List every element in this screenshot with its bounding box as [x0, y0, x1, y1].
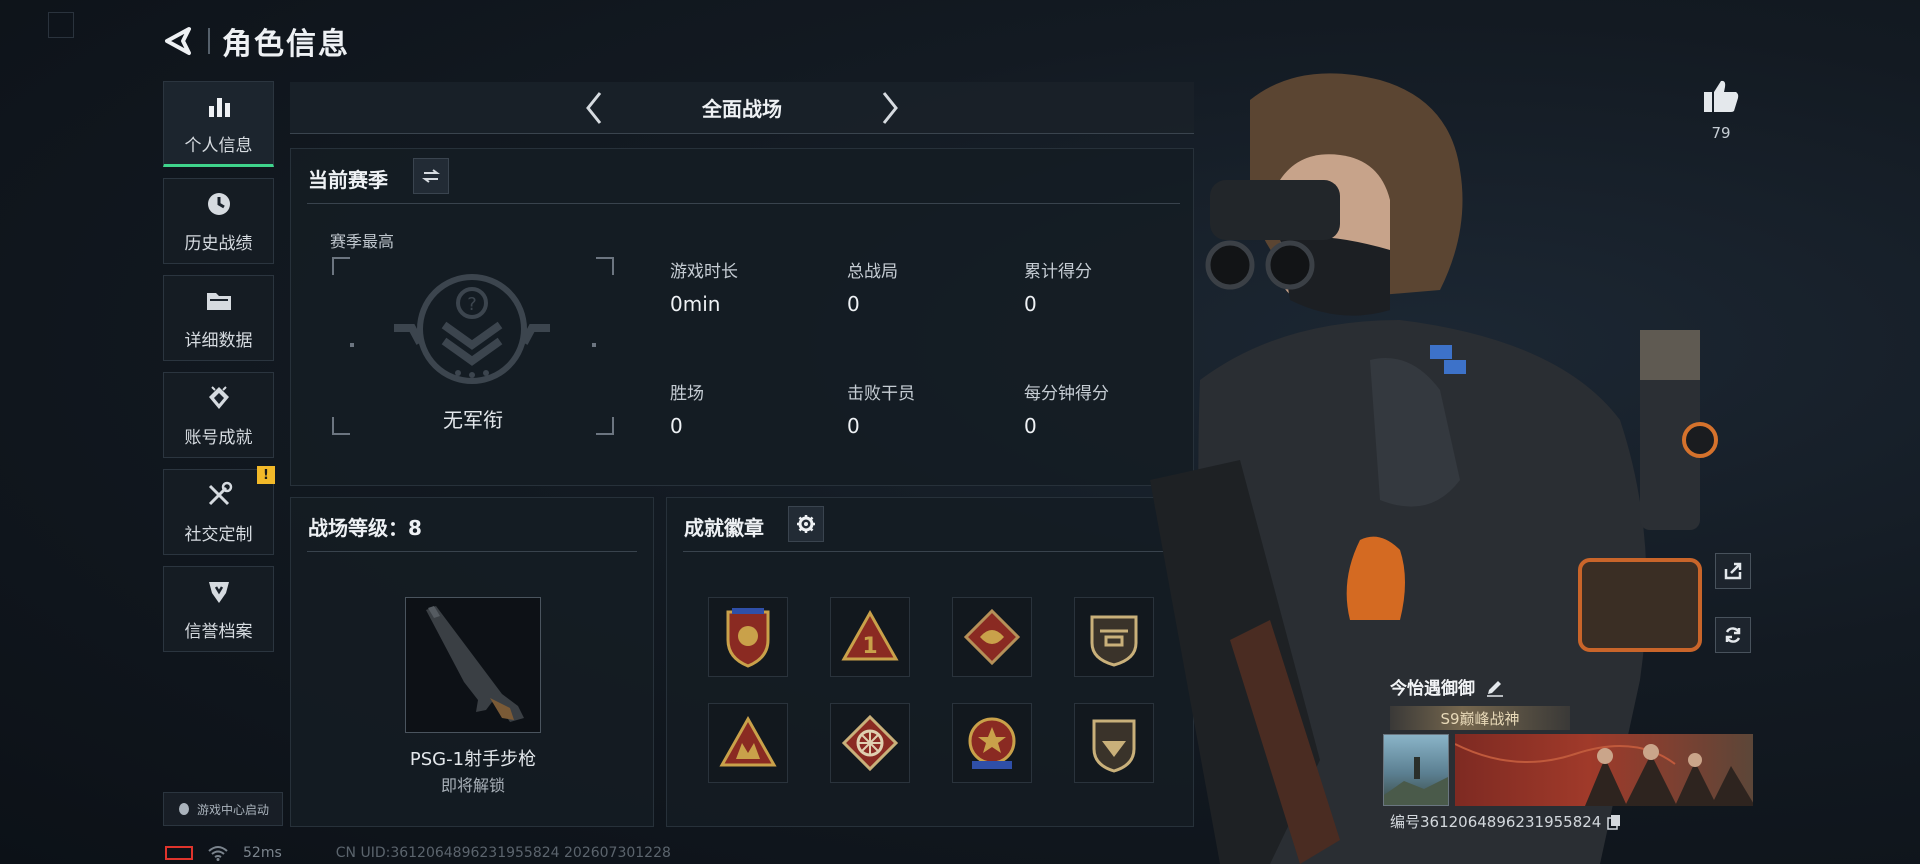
like-button[interactable]: 79 [1698, 78, 1744, 142]
svg-text:?: ? [467, 294, 477, 315]
share-icon [1724, 562, 1742, 580]
battlefield-level-title: 战场等级：8 [308, 516, 422, 540]
mode-selector: 全面战场 [290, 82, 1194, 134]
share-button[interactable] [1715, 553, 1751, 589]
rank-emblem-icon: ? [394, 274, 550, 384]
stat-value: 0 [670, 414, 683, 438]
refresh-button[interactable] [1715, 617, 1751, 653]
badge-star-seal-icon [968, 717, 1016, 769]
thumbs-up-icon [1704, 80, 1739, 112]
header-divider [208, 28, 210, 54]
sidebar-item-label: 个人信息 [184, 135, 253, 156]
badge-wheel-icon [841, 714, 899, 772]
season-panel-title: 当前赛季 [308, 168, 388, 192]
battery-icon [165, 846, 193, 860]
sidebar: 个人信息 历史战绩 详细数据 账号成就 ! 社交定制 信誉档案 [163, 81, 275, 663]
sidebar-item-reputation[interactable]: 信誉档案 [163, 566, 274, 652]
copy-icon[interactable] [1607, 814, 1621, 830]
mode-prev-button[interactable] [576, 90, 612, 126]
game-center-label: 游戏中心启动 [196, 802, 269, 817]
banner-avatar-thumbnail [1383, 734, 1449, 806]
chevron-left-icon [586, 92, 602, 124]
season-switch-button[interactable] [413, 158, 449, 194]
season-high-label: 赛季最高 [330, 232, 395, 251]
page-title: 角色信息 [222, 27, 350, 62]
chevron-right-icon [882, 92, 898, 124]
stat-value: 0 [847, 414, 860, 438]
sidebar-item-achievements[interactable]: 账号成就 [163, 372, 274, 458]
sidebar-item-label: 详细数据 [184, 330, 253, 351]
player-title-tag: S9巅峰战神 [1390, 706, 1570, 730]
weapon-name: PSG-1射手步枪 [409, 749, 537, 770]
weapon-status: 即将解锁 [440, 776, 505, 795]
client-uid: CN UID:3612064896231955824 202607301228 [335, 845, 671, 861]
player-id-row: 编号3612064896231955824 [1390, 811, 1621, 832]
tools-icon [204, 480, 234, 510]
sidebar-item-history[interactable]: 历史战绩 [163, 178, 274, 264]
sidebar-item-personal-info[interactable]: 个人信息 [163, 81, 274, 167]
stat-kills: 击败干员 0 [847, 379, 915, 438]
stat-label: 击败干员 [847, 384, 915, 404]
trophy-icon [204, 383, 234, 413]
achievement-badge[interactable] [708, 703, 788, 783]
alert-badge: ! [257, 466, 275, 484]
sidebar-item-social-custom[interactable]: ! 社交定制 [163, 466, 275, 555]
shield-icon [204, 577, 234, 607]
stat-value: 0 [847, 292, 860, 316]
folder-icon [204, 286, 234, 316]
achievement-badge[interactable] [830, 703, 910, 783]
badge-triangle-icon: 1 [841, 609, 899, 661]
sidebar-item-label: 历史战绩 [184, 233, 253, 254]
player-name: 今怡遇御御 [1390, 679, 1475, 699]
weapon-unlock-card[interactable] [405, 597, 541, 733]
game-center-launch-button[interactable]: 游戏中心启动 [163, 792, 283, 826]
player-banner[interactable] [1383, 734, 1753, 806]
player-name-row: 今怡遇御御 [1390, 674, 1505, 699]
sidebar-item-label: 账号成就 [184, 427, 253, 448]
achievements-title: 成就徽章 [684, 516, 764, 540]
badge-soldiers-icon [719, 715, 777, 767]
achievement-badge[interactable] [708, 597, 788, 677]
stat-label: 总战局 [847, 262, 898, 282]
achievement-badge[interactable] [952, 703, 1032, 783]
stat-label: 游戏时长 [670, 262, 738, 282]
swap-icon [422, 169, 440, 183]
like-count: 79 [1711, 124, 1731, 142]
player-id: 编号3612064896231955824 [1390, 813, 1602, 831]
ping-value: 52ms [243, 845, 282, 861]
edit-pencil-icon[interactable] [1485, 677, 1505, 697]
status-bar: 52ms CN UID:3612064896231955824 20260730… [165, 845, 671, 861]
banner-artwork [1455, 734, 1753, 806]
clock-icon [204, 189, 234, 219]
stat-wins: 胜场 0 [670, 379, 704, 438]
badge-shield-icon [726, 608, 770, 668]
back-arrow-icon[interactable] [160, 23, 196, 59]
bar-chart-icon [204, 91, 234, 121]
sidebar-item-label: 信誉档案 [184, 621, 253, 642]
panel-divider [307, 203, 1180, 204]
rank-name: 无军衔 [443, 408, 503, 432]
refresh-icon [1725, 627, 1741, 643]
sidebar-item-label: 社交定制 [184, 524, 253, 545]
mode-title: 全面战场 [702, 97, 782, 121]
stat-label: 胜场 [670, 384, 704, 404]
window-corner-marker [48, 12, 74, 38]
badge-dragon-icon [963, 608, 1021, 666]
rifle-icon [426, 606, 524, 722]
stat-value: 0min [670, 292, 721, 316]
sidebar-item-detailed-data[interactable]: 详细数据 [163, 275, 274, 361]
stat-play-time: 游戏时长 0min [670, 257, 738, 316]
panel-divider [307, 551, 637, 552]
page-header: 角色信息 [160, 18, 350, 64]
wifi-icon [208, 846, 228, 861]
achievement-badge[interactable] [952, 597, 1032, 677]
achievements-settings-button[interactable] [788, 506, 824, 542]
gear-icon [797, 515, 815, 533]
qq-penguin-icon [178, 803, 189, 815]
svg-text:1: 1 [862, 634, 877, 659]
mode-next-button[interactable] [872, 90, 908, 126]
achievement-badge[interactable]: 1 [830, 597, 910, 677]
stat-total-matches: 总战局 0 [847, 257, 898, 316]
